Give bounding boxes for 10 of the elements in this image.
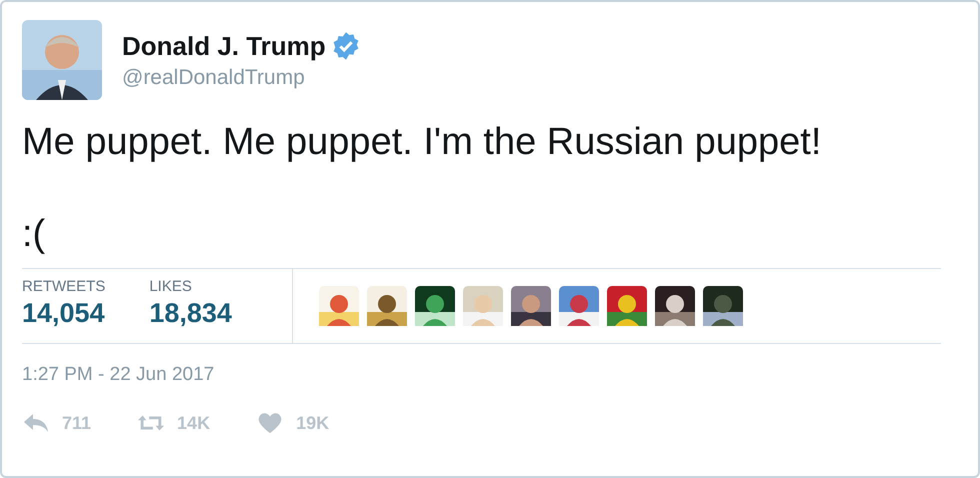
- tweet-text: Me puppet. Me puppet. I'm the Russian puppet!: [22, 120, 822, 164]
- stat-label: RETWEETS: [22, 278, 106, 295]
- action-count: 14K: [177, 412, 210, 434]
- action-count: 19K: [296, 412, 330, 434]
- stat-value[interactable]: 14,054: [22, 298, 106, 329]
- stat-value[interactable]: 18,834: [149, 298, 232, 329]
- action-count: 711: [62, 412, 92, 434]
- stat-label: LIKES: [149, 278, 193, 295]
- tweet-text: :(: [22, 212, 46, 256]
- author-name[interactable]: Donald J. Trump: [122, 30, 326, 62]
